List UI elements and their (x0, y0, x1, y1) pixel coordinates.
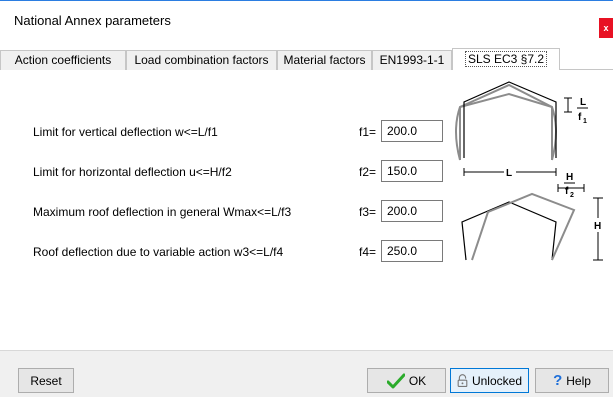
reset-label: Reset (30, 373, 62, 388)
param-name-f1: f1= (358, 125, 376, 139)
question-icon: ? (553, 372, 563, 389)
span-label: L (506, 168, 512, 179)
sls-parameters-panel: Limit for vertical deflection w<=L/f1 f1… (0, 70, 613, 350)
tab-sls-label: SLS EC3 §7.2 (464, 51, 548, 67)
title-bar: National Annex parameters x (0, 0, 613, 38)
top-frac-num: L (580, 97, 586, 108)
side-frac-num: H (566, 172, 573, 183)
window-title: National Annex parameters (14, 13, 171, 28)
tab-load-combination-factors[interactable]: Load combination factors (126, 50, 277, 70)
tab-sls-ec3-7-2[interactable]: SLS EC3 §7.2 (452, 48, 560, 71)
height-dimension: H (592, 197, 606, 261)
param-label-f4: Roof deflection due to variable action w… (33, 245, 284, 259)
param-name-f4: f4= (358, 245, 376, 259)
close-button[interactable]: x (599, 18, 613, 38)
param-name-f2: f2= (358, 165, 376, 179)
height-label: H (594, 221, 601, 232)
ok-label: OK (408, 373, 427, 388)
f2-input[interactable] (381, 160, 443, 182)
help-label: Help (566, 373, 591, 388)
unlocked-label: Unlocked (471, 373, 522, 388)
reset-button[interactable]: Reset (18, 368, 74, 393)
unlocked-button[interactable]: Unlocked (450, 368, 529, 393)
vertical-deflection-frame (455, 81, 557, 161)
f1-input[interactable] (381, 120, 443, 142)
ok-button[interactable]: OK (367, 368, 446, 393)
deflection-diagram: L f 1 L H f 2 H (455, 81, 606, 261)
tab-material-factors[interactable]: Material factors (277, 50, 372, 70)
span-dimension: L (463, 166, 557, 179)
param-name-f3: f3= (358, 205, 376, 219)
f3-input[interactable] (381, 200, 443, 222)
horizontal-deflection-frame (461, 192, 576, 261)
f4-input[interactable] (381, 240, 443, 262)
tab-en1993-1-1[interactable]: EN1993-1-1 (372, 50, 452, 70)
param-label-f2: Limit for horizontal deflection u<=H/f2 (33, 165, 232, 179)
help-button[interactable]: ? Help (535, 368, 609, 393)
side-deflection-symbol: H f 2 (557, 172, 585, 199)
button-bar: Reset OK Unlocked ? Help (0, 350, 613, 397)
param-label-f3: Maximum roof deflection in general Wmax<… (33, 205, 292, 219)
side-frac-sub: 2 (570, 192, 574, 199)
param-label-f1: Limit for vertical deflection w<=L/f1 (33, 125, 218, 139)
padlock-icon (457, 373, 468, 387)
tab-strip: Action coefficients Load combination fac… (0, 48, 613, 71)
top-deflection-symbol: L f 1 (564, 97, 588, 125)
check-icon (386, 373, 405, 388)
top-frac-den: f (578, 112, 582, 123)
top-frac-sub: 1 (583, 118, 587, 125)
tab-action-coefficients[interactable]: Action coefficients (0, 50, 126, 70)
